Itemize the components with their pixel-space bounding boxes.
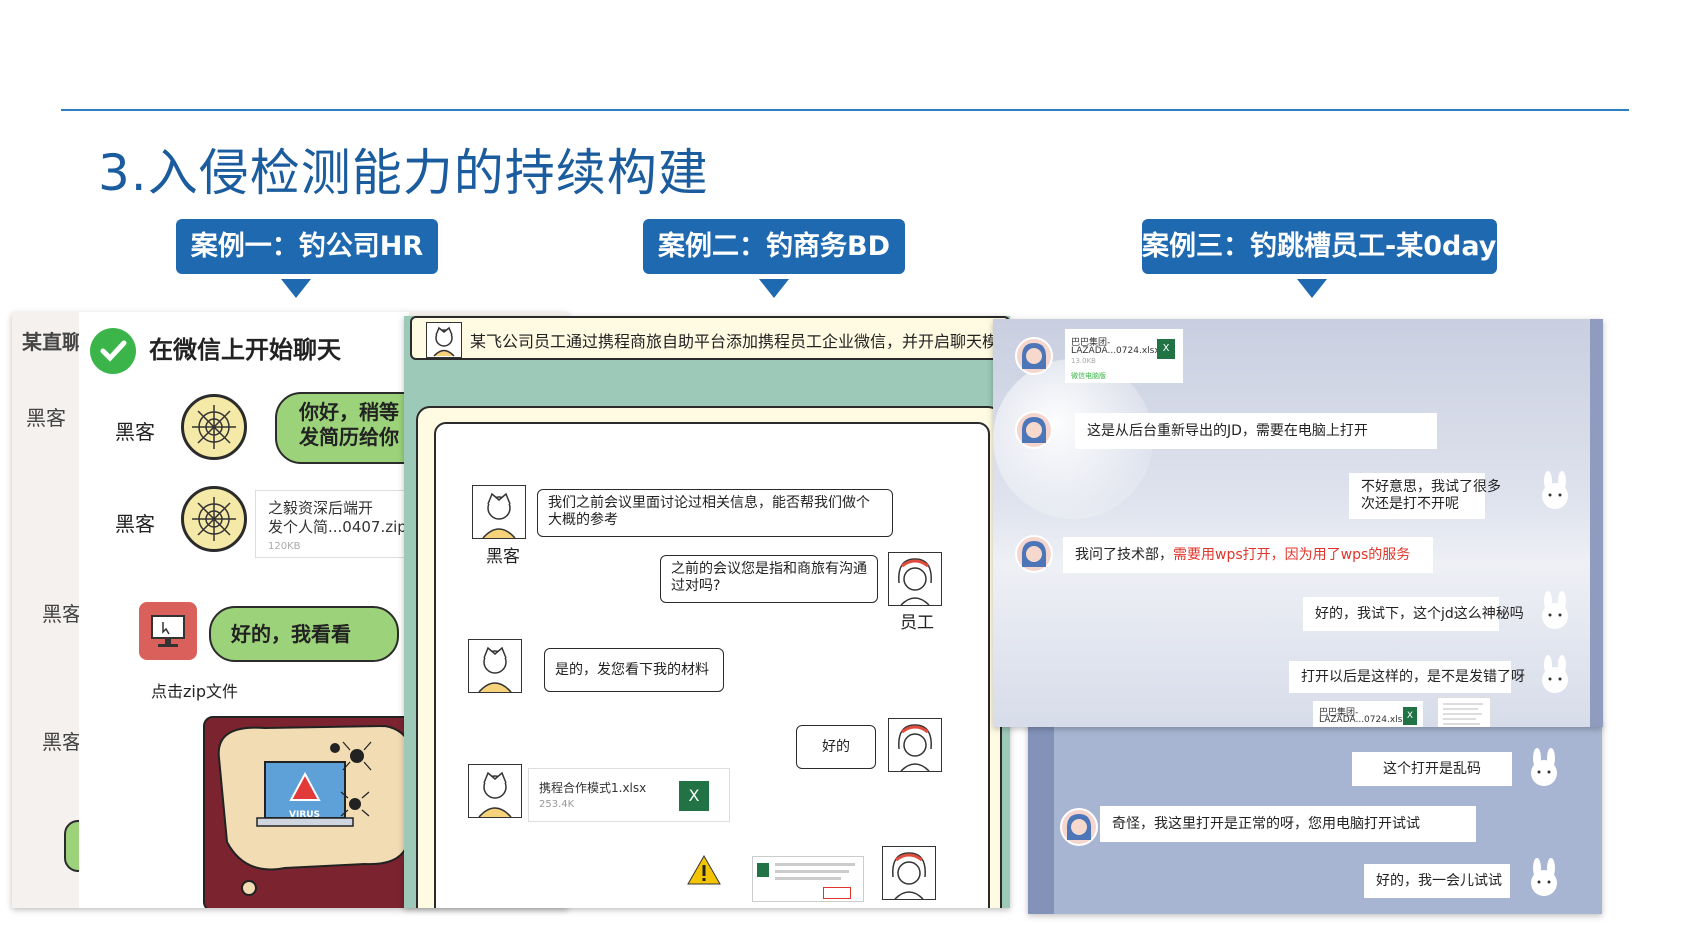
chat-message: 好的，我试下，这个jd这么神秘吗 [1303, 597, 1524, 631]
slide-title: 3.入侵检测能力的持续构建 [98, 144, 709, 202]
back-label-hacker: 黑客 [26, 406, 66, 430]
reply-bubble: 好的，我看看 [209, 606, 399, 662]
excel-icon: X [679, 781, 709, 811]
girl-avatar [1015, 411, 1053, 449]
chat-message: 好的，我一会儿试试 [1364, 864, 1510, 898]
file-size: 120KB [268, 541, 301, 552]
employee-avatar [888, 718, 942, 772]
dialog-text-line [775, 863, 855, 866]
chat-message: 之前的会议您是指和商旅有沟通过对吗? [660, 555, 878, 603]
computer-icon [139, 602, 197, 660]
virus-text: VIRUS [289, 810, 321, 820]
spider-web-avatar [181, 486, 247, 552]
hacker-label: 黑客 [115, 420, 155, 444]
case-three-back-screenshot: 这个打开是乱码 奇怪，我这里打开是正常的呀，您用电脑打开试试 好的，我一会儿试试 [1028, 722, 1602, 914]
chat-message: 奇怪，我这里打开是正常的呀，您用电脑打开试试 [1100, 806, 1476, 842]
excel-icon: X [1403, 707, 1417, 725]
employee-label: 员工 [900, 613, 934, 633]
employee-avatar [888, 552, 942, 606]
dialog-text-line [775, 870, 849, 873]
file-size: 253.4K [539, 799, 575, 810]
chat-message: 我问了技术部，需要用wps打开，因为用了wps的服务 [1063, 537, 1433, 573]
virus-scene: VIRUS [203, 716, 409, 908]
hacker-label: 黑客 [115, 512, 155, 536]
side-strip [1590, 319, 1603, 727]
case-three-arrow [1297, 279, 1327, 298]
file-name: LAZADA...0724.xlsx [1071, 346, 1160, 356]
case-three-chat-screenshot: 巴巴集团- LAZADA...0724.xlsx 13.0KB X 微信电脑版 … [993, 319, 1603, 727]
employee-avatar [882, 846, 936, 900]
hacker-avatar [472, 485, 526, 539]
hacker-label: 黑客 [486, 547, 520, 567]
case-two-chat-illustration: 某飞公司员工通过携程商旅自助平台添加携程员工企业微信，并开启聊天模式 黑客 我们… [404, 316, 1010, 908]
hacker-avatar [468, 639, 522, 693]
chat-message: 这是从后台重新导出的JD，需要在电脑上打开 [1075, 413, 1437, 449]
chat-message: 打开以后是这样的，是不是发错了呀 [1289, 661, 1525, 693]
side-strip [1028, 722, 1054, 914]
case-two-arrow [759, 279, 789, 298]
banner-text: 某飞公司员工通过携程商旅自助平台添加携程员工企业微信，并开启聊天模式 [470, 332, 1010, 351]
zip-file-card[interactable]: 之毅资深后端开 发个人简...0407.zip 120KB [255, 490, 409, 558]
chat-message: 好的 [796, 725, 876, 769]
xlsx-file-card[interactable]: 巴巴集团- LAZADA...0724.xlsx 13.0KB X 微信电脑版 [1065, 329, 1183, 383]
garbled-preview [1437, 697, 1491, 727]
wechat-icon [90, 328, 136, 374]
file-name: 发个人简...0407.zip [268, 518, 407, 536]
xlsx-file-card[interactable]: 携程合作模式1.xlsx 253.4K X [528, 768, 730, 822]
back-title: 某直聊 [22, 330, 82, 354]
case-one-label: 案例一：钓公司HR [176, 219, 438, 274]
girl-avatar [1060, 808, 1098, 846]
bunny-avatar [1524, 858, 1564, 898]
file-name: LAZADA...0724.xlsx [1319, 715, 1408, 725]
girl-avatar [1015, 337, 1053, 375]
chat-message: 是的，发您看下我的材料 [544, 648, 724, 692]
message-highlight: 需要用wps打开，因为用了wps的服务 [1173, 547, 1411, 563]
case-one-chat-illustration: 在微信上开始聊天 黑客 你好，稍等 发简历给你 黑客 之毅资深后端开 发个人简.… [79, 312, 409, 908]
bubble-line: 发简历给你 [299, 425, 399, 449]
hacker-avatar [426, 322, 462, 358]
excel-icon: X [1157, 339, 1175, 359]
bunny-avatar [1535, 471, 1575, 511]
back-label-hacker: 黑客 [42, 730, 82, 754]
title-rule [61, 109, 1629, 111]
file-name: 之毅资深后端开 [268, 499, 374, 517]
chat-message: 不好意思，我试了很多 次还是打不开呢 [1349, 473, 1501, 519]
case-one-arrow [281, 279, 311, 298]
xlsx-file-card[interactable]: 巴巴集团- LAZADA...0724.xlsx X [1313, 701, 1423, 727]
bubble-line: 你好，稍等 [299, 400, 399, 424]
file-source: 微信电脑版 [1071, 372, 1106, 380]
hacker-avatar [468, 764, 522, 818]
bunny-avatar [1535, 655, 1575, 695]
message-line: 次还是打不开呢 [1361, 496, 1459, 512]
message-line: 不好意思，我试了很多 [1361, 479, 1501, 495]
case-two-label: 案例二：钓商务BD [643, 219, 905, 274]
excel-icon [757, 863, 769, 877]
warning-icon [686, 854, 722, 886]
bunny-avatar [1535, 591, 1575, 631]
bunny-avatar [1524, 748, 1564, 788]
file-size: 13.0KB [1071, 357, 1096, 365]
dialog-text-line [775, 877, 841, 880]
file-name: 携程合作模式1.xlsx [539, 781, 647, 795]
case-three-label: 案例三：钓跳槽员工-某0day! [1142, 219, 1509, 274]
scenario-banner: 某飞公司员工通过携程商旅自助平台添加携程员工企业微信，并开启聊天模式 [410, 316, 1010, 360]
click-caption: 点击zip文件 [151, 682, 239, 701]
message-text: 我问了技术部， [1075, 547, 1173, 563]
girl-avatar [1015, 535, 1053, 573]
chat-message: 这个打开是乱码 [1352, 752, 1512, 786]
chat-header: 在微信上开始聊天 [149, 336, 341, 364]
hacker-bubble: 你好，稍等 发简历给你 [275, 392, 409, 464]
back-label-hacker: 黑客 [42, 602, 82, 626]
chat-message: 我们之前会议里面讨论过相关信息，能否帮我们做个大概的参考 [537, 489, 893, 537]
security-dialog [752, 856, 864, 902]
spider-web-avatar [181, 394, 247, 460]
dialog-confirm-button[interactable] [823, 887, 851, 899]
